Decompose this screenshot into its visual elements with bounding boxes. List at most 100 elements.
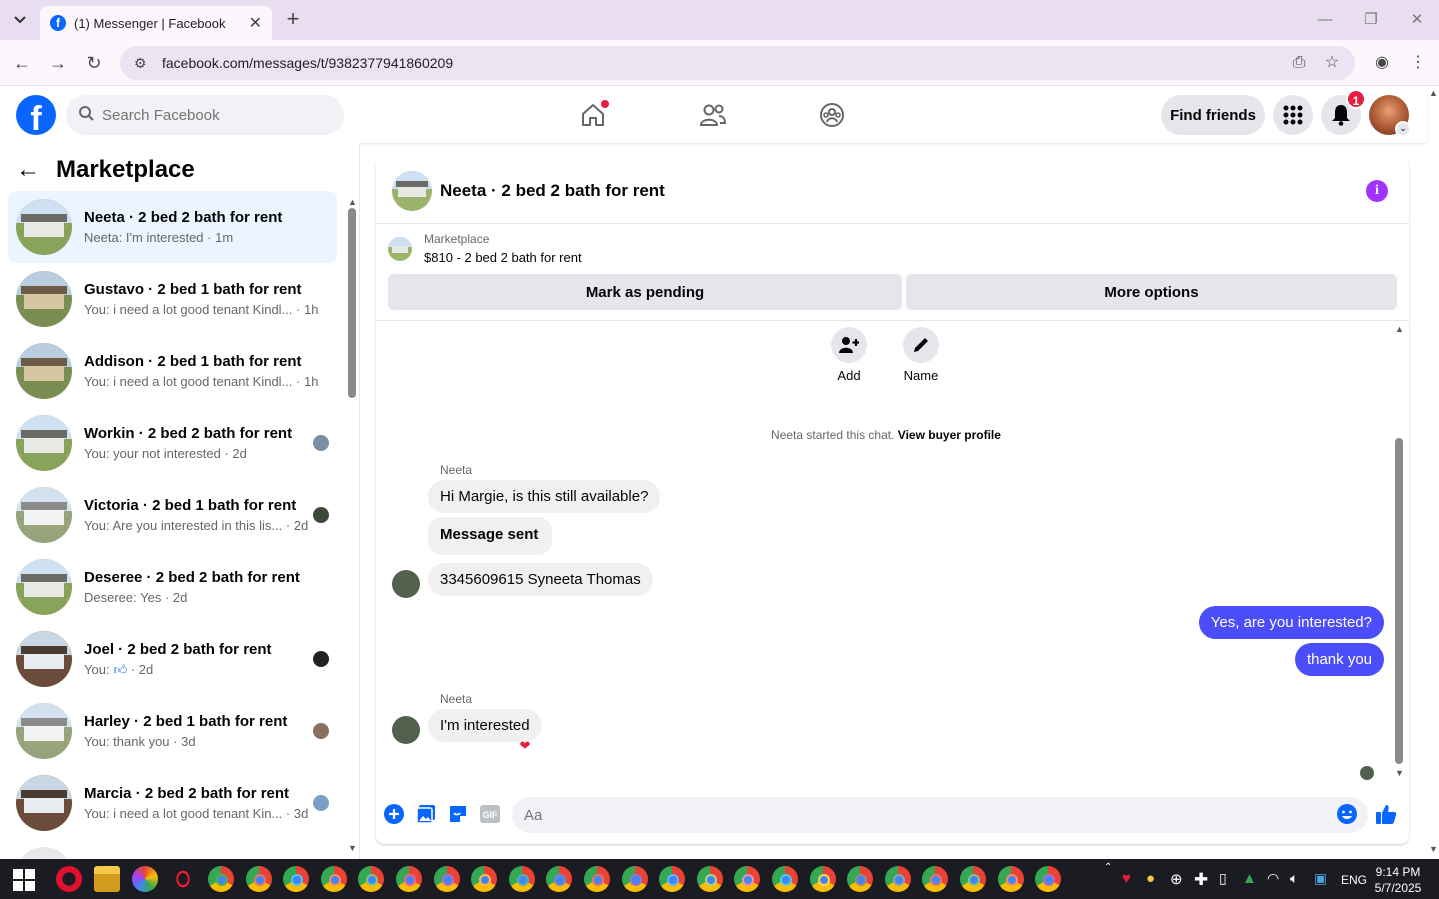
edit-name-icon[interactable] — [903, 327, 939, 363]
chrome-profile-icon[interactable] — [396, 866, 422, 892]
address-bar[interactable]: ⚙ facebook.com/messages/t/93823779418602… — [120, 46, 1355, 80]
bookmark-star-icon[interactable]: ☆ — [1321, 52, 1343, 74]
conversation-row[interactable]: Workin · 2 bed 2 bath for rent You: your … — [8, 407, 337, 479]
tab-search-chevron-icon[interactable] — [8, 8, 32, 32]
heart-tray-icon[interactable]: ♥ — [1122, 870, 1131, 887]
conversation-row[interactable]: Joel · 2 bed 2 bath for rent You: 👍︎ · 2d — [8, 623, 337, 695]
chat-scroll-thumb[interactable] — [1395, 438, 1403, 764]
volume-icon[interactable]: 🔈︎ — [1290, 870, 1298, 887]
message-bubble[interactable]: Message sent — [428, 517, 553, 555]
chrome-profile-icon[interactable] — [245, 866, 272, 892]
view-buyer-profile-link[interactable]: View buyer profile — [898, 428, 1001, 442]
search-input[interactable] — [102, 106, 322, 124]
maximize-window-icon[interactable]: ❐ — [1356, 8, 1386, 32]
back-arrow-icon[interactable]: ← — [16, 156, 40, 184]
more-actions-plus-icon[interactable] — [383, 803, 405, 825]
sender-avatar[interactable] — [392, 570, 420, 598]
globe-icon[interactable]: ⊕ — [1170, 870, 1183, 888]
chrome-profile-icon[interactable] — [772, 866, 798, 892]
tray-overflow-icon[interactable]: ⌃ — [1104, 862, 1112, 873]
language-indicator[interactable]: ENG — [1341, 873, 1367, 887]
page-scrollbar[interactable]: ▲ ▼ — [1428, 88, 1439, 858]
message-bubble[interactable]: 3345609615 Syneeta Thomas — [428, 563, 653, 596]
friends-icon[interactable] — [695, 98, 731, 132]
message-input[interactable] — [524, 806, 1324, 824]
gif-icon[interactable]: GIF — [479, 803, 501, 825]
battery-icon[interactable]: ▯ — [1219, 870, 1227, 887]
display-icon[interactable]: ▣ — [1314, 870, 1327, 887]
chat-title[interactable]: Neeta · 2 bed 2 bath for rent — [440, 181, 665, 201]
chrome-profile-icon[interactable] — [696, 866, 723, 892]
minimize-window-icon[interactable]: — — [1310, 8, 1340, 32]
chrome-profile-icon[interactable] — [283, 866, 310, 892]
back-arrow-icon[interactable]: ← — [10, 51, 34, 75]
chrome-profile-icon[interactable] — [471, 866, 498, 892]
chat-scroll-up-icon[interactable]: ▲ — [1395, 324, 1404, 334]
facebook-search[interactable] — [66, 95, 344, 135]
chrome-profile-icon[interactable] — [508, 866, 535, 892]
attach-photo-icon[interactable] — [415, 803, 437, 825]
sticker-icon[interactable] — [447, 803, 469, 825]
conversation-row[interactable]: Addison · 2 bed 1 bath for rent You: i ne… — [8, 335, 337, 407]
chrome-profile-icon[interactable] — [847, 866, 874, 892]
close-tab-icon[interactable]: ✕ — [249, 13, 262, 33]
browser-profile-icon[interactable]: ◉ — [1371, 52, 1393, 74]
add-person-icon[interactable] — [831, 327, 867, 363]
mark-as-pending-button[interactable]: Mark as pending — [388, 274, 902, 310]
conversation-row[interactable]: Marcia · 2 bed 2 bath for rent You: i nee… — [8, 767, 337, 839]
conversation-row[interactable]: Deseree · 2 bed 2 bath for rent Deseree: … — [8, 551, 337, 623]
file-explorer-icon[interactable] — [94, 866, 120, 892]
heart-reaction-icon[interactable]: ❤ — [517, 738, 533, 754]
chrome-profile-icon[interactable] — [809, 866, 836, 892]
system-clock[interactable]: 9:14 PM 5/7/2025 — [1375, 864, 1422, 896]
windows-start-icon[interactable] — [13, 869, 35, 896]
listing-thumbnail[interactable] — [392, 171, 432, 211]
conversation-row[interactable]: Harley · 2 bed 1 bath for rent You: thank… — [8, 695, 337, 767]
chrome-profile-icon[interactable] — [960, 866, 986, 892]
reload-icon[interactable]: ↻ — [82, 51, 106, 75]
chrome-profile-icon[interactable] — [884, 866, 911, 892]
find-friends-button[interactable]: Find friends — [1161, 95, 1265, 135]
drive-icon[interactable]: ▲ — [1242, 870, 1257, 887]
chrome-profile-icon[interactable] — [1035, 866, 1062, 892]
site-settings-icon[interactable]: ⚙ — [134, 55, 152, 72]
opera-browser-icon[interactable] — [56, 866, 82, 892]
chrome-profile-icon[interactable] — [433, 866, 460, 892]
close-window-icon[interactable]: ✕ — [1402, 8, 1432, 32]
plus-tray-icon[interactable]: ✚ — [1194, 870, 1208, 890]
conversation-row[interactable]: Victoria · 2 bed 1 bath for rent You: Are… — [8, 479, 337, 551]
color-app-icon[interactable] — [132, 866, 158, 892]
message-composer[interactable] — [512, 797, 1368, 833]
install-app-icon[interactable]: ⎙ — [1288, 52, 1310, 74]
listing-summary[interactable]: Marketplace $810 - 2 bed 2 bath for rent — [388, 232, 582, 265]
chrome-profile-icon[interactable] — [320, 866, 347, 892]
new-tab-button[interactable]: + — [282, 8, 304, 32]
browser-tab[interactable]: f (1) Messenger | Facebook ✕ — [40, 6, 272, 40]
chrome-profile-icon[interactable] — [208, 866, 234, 892]
groups-icon[interactable] — [814, 98, 850, 132]
more-options-button[interactable]: More options — [906, 274, 1397, 310]
emoji-icon[interactable] — [1336, 803, 1358, 825]
account-chevron-icon[interactable]: ⌄ — [1395, 121, 1411, 137]
menu-grid-icon[interactable] — [1273, 95, 1313, 135]
outgoing-message-bubble[interactable]: Yes, are you interested? — [1198, 606, 1384, 639]
chat-scroll-down-icon[interactable]: ▼ — [1395, 768, 1404, 778]
outgoing-message-bubble[interactable]: thank you — [1294, 643, 1384, 676]
thumbs-up-icon[interactable] — [1375, 803, 1397, 825]
tray-app-icon[interactable]: ● — [1146, 870, 1155, 887]
forward-arrow-icon[interactable]: → — [46, 51, 70, 75]
sidebar-scroll-thumb[interactable] — [348, 208, 356, 398]
chrome-profile-icon[interactable] — [621, 866, 648, 892]
opera-gx-icon[interactable] — [170, 866, 196, 892]
chrome-profile-icon[interactable] — [584, 866, 610, 892]
wifi-icon[interactable]: ◠ — [1267, 870, 1279, 887]
browser-menu-icon[interactable]: ⋮ — [1407, 52, 1429, 74]
message-bubble[interactable]: Hi Margie, is this still available? — [428, 480, 661, 513]
conversation-row[interactable]: Gustavo · 2 bed 1 bath for rent You: i ne… — [8, 263, 337, 335]
chrome-profile-icon[interactable] — [659, 866, 686, 892]
facebook-logo-icon[interactable]: f — [16, 95, 56, 135]
chrome-profile-icon[interactable] — [997, 866, 1024, 892]
conversation-row[interactable]: Neeta · 2 bed 2 bath for rent Neeta: I'm … — [8, 191, 337, 263]
sender-avatar[interactable] — [392, 716, 420, 744]
info-icon[interactable]: i — [1366, 180, 1388, 202]
